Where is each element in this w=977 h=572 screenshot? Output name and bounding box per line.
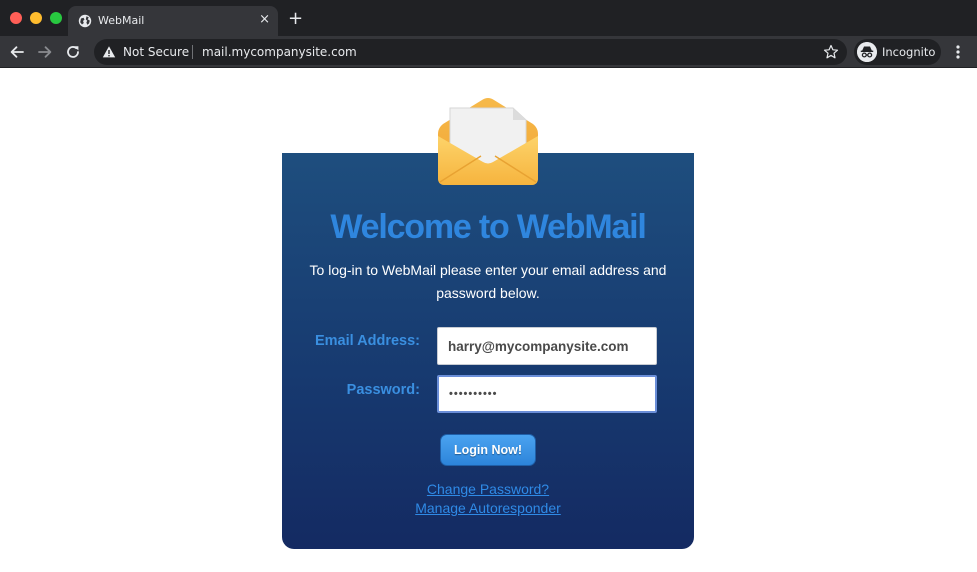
address-bar[interactable]: Not Secure mail.mycompanysite.com	[94, 39, 847, 65]
page-title: Welcome to WebMail	[330, 208, 647, 246]
back-arrow-icon[interactable]	[7, 42, 27, 62]
manage-autoresponder-link[interactable]: Manage Autoresponder	[282, 500, 694, 516]
open-envelope-icon	[438, 98, 538, 185]
window-minimize-button[interactable]	[30, 12, 42, 24]
url-text[interactable]: mail.mycompanysite.com	[202, 45, 357, 59]
change-password-link[interactable]: Change Password?	[282, 481, 694, 497]
email-field[interactable]	[437, 327, 657, 365]
password-field[interactable]	[437, 375, 657, 413]
browser-toolbar: Not Secure mail.mycompanysite.com Incogn…	[0, 36, 977, 68]
forward-arrow-icon[interactable]	[35, 42, 55, 62]
globe-icon	[78, 14, 92, 28]
incognito-profile-button[interactable]: Incognito	[854, 39, 941, 65]
new-tab-button[interactable]: +	[288, 9, 303, 29]
login-button[interactable]: Login Now!	[440, 434, 536, 466]
browser-tab[interactable]: WebMail ×	[68, 6, 278, 36]
incognito-icon	[857, 42, 877, 62]
reload-icon[interactable]	[63, 42, 83, 62]
incognito-label: Incognito	[882, 45, 936, 59]
window-maximize-button[interactable]	[50, 12, 62, 24]
window-close-button[interactable]	[10, 12, 22, 24]
security-status-label[interactable]: Not Secure	[123, 45, 189, 59]
tab-close-icon[interactable]: ×	[259, 13, 270, 27]
tab-title: WebMail	[98, 14, 145, 27]
email-label: Email Address:	[314, 333, 420, 349]
star-icon[interactable]	[823, 44, 839, 60]
more-vertical-icon[interactable]	[952, 43, 964, 61]
password-label: Password:	[346, 382, 420, 398]
login-instructions: To log-in to WebMail please enter your e…	[309, 262, 667, 301]
omnibox-divider	[192, 45, 193, 59]
warning-icon[interactable]	[102, 45, 116, 59]
browser-tab-strip: WebMail × +	[0, 0, 977, 36]
